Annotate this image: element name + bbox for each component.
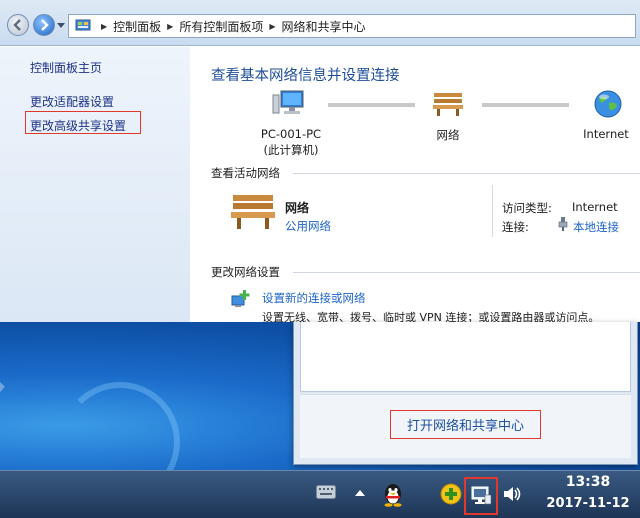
history-dropdown-icon[interactable] (57, 21, 65, 29)
divider (293, 173, 640, 174)
sidebar-item-control-panel-home[interactable]: 控制面板主页 (30, 59, 102, 76)
computer-icon[interactable] (272, 89, 304, 119)
keyboard-icon[interactable] (316, 485, 336, 499)
access-type-value: Internet (572, 200, 618, 214)
connection-line (328, 103, 415, 107)
network-type-link[interactable]: 公用网络 (285, 218, 331, 234)
active-network-name: 网络 (285, 201, 310, 215)
page-title: 查看基本网络信息并设置连接 (211, 68, 400, 84)
address-toolbar: ▶ 控制面板 ▶ 所有控制面板项 ▶ 网络和共享中心 (0, 0, 640, 46)
setup-new-connection-link[interactable]: 设置新的连接或网络 (262, 290, 366, 306)
breadcrumb-separator[interactable]: ▶ (269, 22, 275, 31)
sidebar-item-advanced-sharing-settings[interactable]: 更改高级共享设置 (30, 117, 126, 134)
breadcrumb-separator[interactable]: ▶ (167, 22, 173, 31)
internet-globe-icon[interactable] (593, 89, 623, 119)
local-connection-link[interactable]: 本地连接 (573, 219, 619, 235)
sidebar: 控制面板主页 更改适配器设置 更改高级共享设置 (0, 47, 190, 322)
sidebar-item-change-adapter-settings[interactable]: 更改适配器设置 (30, 93, 114, 110)
breadcrumb-network-center[interactable]: 网络和共享中心 (282, 18, 366, 35)
show-hidden-icons-button[interactable] (352, 485, 368, 501)
setup-description: 设置无线、宽带、拨号、临时或 VPN 连接；或设置路由器或访问点。 (262, 311, 600, 322)
taskbar: 13:38 2017-11-12 (0, 470, 640, 518)
access-type-label: 访问类型: (502, 201, 552, 215)
internet-label: Internet (583, 127, 629, 141)
breadcrumb-control-panel[interactable]: 控制面板 (113, 18, 161, 35)
network-tray-icon[interactable] (464, 477, 498, 515)
breadcrumb-separator[interactable]: ▶ (101, 22, 107, 31)
arrow-right-icon (41, 19, 49, 31)
network-label: 网络 (436, 128, 460, 142)
open-network-center-button[interactable]: 打开网络和共享中心 (390, 410, 541, 439)
main-content: 查看基本网络信息并设置连接 PC-001-PC (此计算机) 网络 Intern… (190, 47, 640, 322)
clock-time[interactable]: 13:38 (556, 474, 620, 490)
arrow-left-icon (13, 19, 21, 31)
chevron-up-icon (355, 490, 365, 496)
network-bench-icon[interactable] (432, 91, 464, 117)
active-networks-heading: 查看活动网络 (211, 166, 280, 180)
address-box[interactable]: ▶ 控制面板 ▶ 所有控制面板项 ▶ 网络和共享中心 (68, 14, 636, 38)
clock-date[interactable]: 2017-11-12 (540, 496, 636, 511)
connection-label: 连接: (502, 220, 529, 234)
change-settings-heading: 更改网络设置 (211, 265, 280, 279)
plus-icon[interactable] (440, 483, 462, 505)
network-tray-popup: 打开网络和共享中心 (293, 322, 638, 465)
popup-network-list (300, 322, 631, 392)
computer-sub-label: (此计算机) (263, 143, 319, 157)
control-panel-icon (75, 19, 91, 31)
divider (492, 185, 493, 237)
back-button[interactable] (7, 14, 29, 36)
computer-name-label: PC-001-PC (260, 127, 322, 141)
divider (293, 272, 640, 273)
connection-line (482, 103, 569, 107)
volume-icon[interactable] (502, 485, 522, 503)
new-connection-icon (231, 290, 250, 307)
network-bench-icon[interactable] (230, 192, 276, 230)
forward-button[interactable] (33, 14, 55, 36)
open-network-center-label: 打开网络和共享中心 (406, 419, 524, 434)
control-panel-window: ▶ 控制面板 ▶ 所有控制面板项 ▶ 网络和共享中心 控制面板主页 更改适配器设… (0, 0, 640, 322)
qq-penguin-icon[interactable] (382, 481, 404, 507)
ethernet-plug-icon (558, 217, 568, 231)
breadcrumb-all-items[interactable]: 所有控制面板项 (179, 18, 263, 35)
